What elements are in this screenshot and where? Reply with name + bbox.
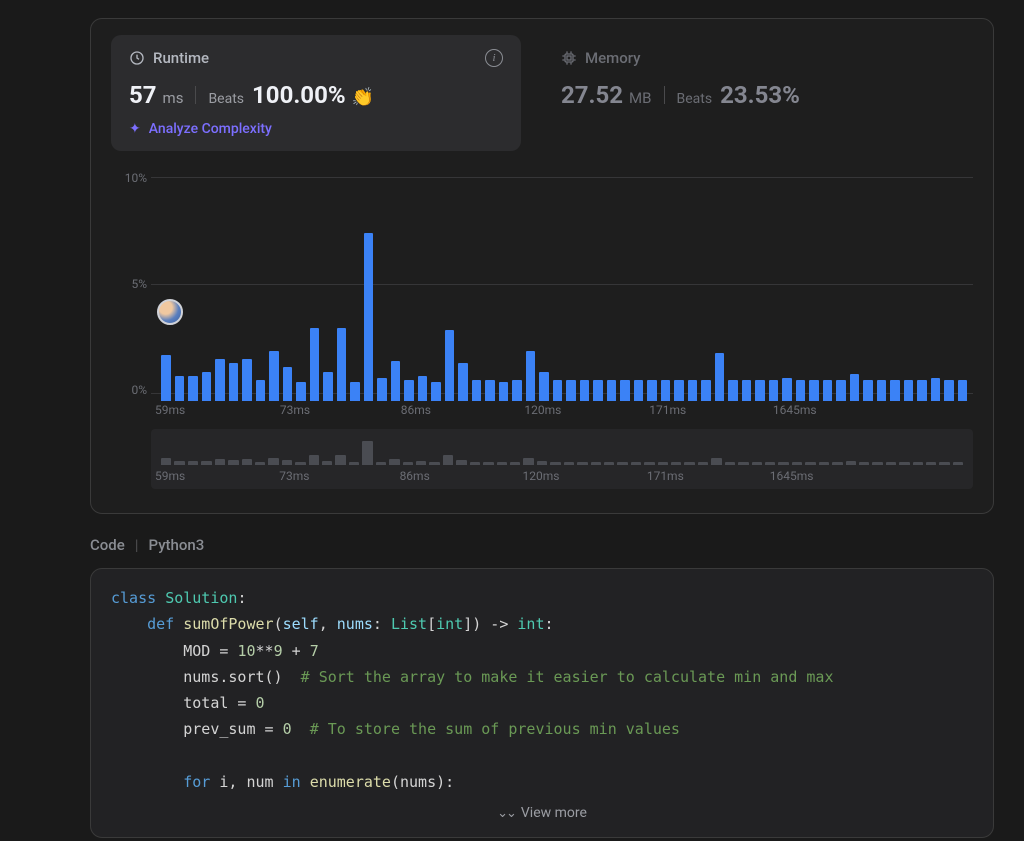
analyze-label: Analyze Complexity bbox=[149, 121, 272, 137]
chart-bar[interactable] bbox=[904, 380, 914, 401]
chart-bar[interactable] bbox=[796, 380, 806, 401]
chart-bar[interactable] bbox=[229, 363, 239, 401]
chart-bar[interactable] bbox=[337, 328, 347, 402]
memory-unit: MB bbox=[629, 89, 651, 107]
chart-bar[interactable] bbox=[674, 380, 684, 401]
beats-label: Beats bbox=[208, 91, 244, 107]
chart-bar[interactable] bbox=[539, 372, 549, 401]
performance-card: Runtime i 57 ms Beats 100.00% 👏 ✦ Analyz… bbox=[90, 18, 994, 514]
chart-bar[interactable] bbox=[890, 380, 900, 401]
runtime-beats-value: 100.00% bbox=[252, 81, 346, 109]
divider bbox=[664, 86, 665, 104]
clap-icon: 👏 bbox=[352, 87, 374, 108]
chart-bar[interactable] bbox=[755, 380, 765, 401]
analyze-complexity-button[interactable]: ✦ Analyze Complexity bbox=[129, 121, 503, 137]
runtime-distribution-chart[interactable]: 10% 5% 0% 59ms73ms86ms120ms171ms1645ms bbox=[111, 171, 973, 421]
code-label: Code bbox=[90, 536, 125, 554]
clock-icon bbox=[129, 50, 145, 66]
chart-bar[interactable] bbox=[634, 380, 644, 401]
chart-bar[interactable] bbox=[175, 376, 185, 401]
memory-beats-label: Beats bbox=[677, 91, 713, 107]
chart-bar[interactable] bbox=[269, 351, 279, 401]
chart-bar[interactable] bbox=[377, 378, 387, 401]
chart-bar[interactable] bbox=[769, 380, 779, 401]
chart-bar[interactable] bbox=[499, 382, 509, 401]
chart-y-axis: 10% 5% 0% bbox=[111, 171, 147, 401]
chart-bar[interactable] bbox=[485, 380, 495, 401]
chart-bar[interactable] bbox=[215, 359, 225, 401]
divider bbox=[195, 86, 196, 104]
chart-x-axis: 59ms73ms86ms120ms171ms1645ms bbox=[161, 403, 967, 421]
chart-bar[interactable] bbox=[526, 351, 536, 401]
chart-bar[interactable] bbox=[242, 359, 252, 401]
chart-bar[interactable] bbox=[944, 380, 954, 401]
chart-bar[interactable] bbox=[661, 380, 671, 401]
chart-bar[interactable] bbox=[742, 380, 752, 401]
chart-bar[interactable] bbox=[472, 380, 482, 401]
info-icon[interactable]: i bbox=[485, 49, 503, 67]
chart-bar[interactable] bbox=[728, 380, 738, 401]
divider: | bbox=[135, 536, 139, 554]
chevron-down-icon: ⌄⌄ bbox=[497, 806, 515, 821]
chart-bar[interactable] bbox=[823, 380, 833, 401]
chart-bar[interactable] bbox=[958, 380, 968, 401]
chart-bar[interactable] bbox=[418, 376, 428, 401]
chart-minimap[interactable]: 59ms73ms86ms120ms171ms1645ms bbox=[151, 429, 973, 489]
chart-bar[interactable] bbox=[283, 367, 293, 401]
view-more-label: View more bbox=[521, 805, 587, 821]
chart-bars bbox=[161, 191, 967, 401]
chart-bar[interactable] bbox=[350, 382, 360, 401]
chart-bar[interactable] bbox=[458, 363, 468, 401]
runtime-panel[interactable]: Runtime i 57 ms Beats 100.00% 👏 ✦ Analyz… bbox=[111, 35, 521, 151]
chart-bar[interactable] bbox=[593, 380, 603, 401]
sparkle-icon: ✦ bbox=[129, 121, 141, 137]
chart-bar[interactable] bbox=[715, 353, 725, 401]
chart-bar[interactable] bbox=[850, 374, 860, 401]
chart-bar[interactable] bbox=[553, 380, 563, 401]
chart-bar[interactable] bbox=[364, 233, 374, 401]
chart-bar[interactable] bbox=[512, 380, 522, 401]
chart-bar[interactable] bbox=[323, 372, 333, 401]
chart-bar[interactable] bbox=[809, 380, 819, 401]
chart-bar[interactable] bbox=[445, 330, 455, 401]
chart-bar[interactable] bbox=[188, 376, 198, 401]
chart-bar[interactable] bbox=[931, 378, 941, 401]
chart-bar[interactable] bbox=[580, 380, 590, 401]
code-content: class Solution: def sumOfPower(self, num… bbox=[111, 585, 973, 795]
chart-bar[interactable] bbox=[782, 378, 792, 401]
memory-title: Memory bbox=[585, 49, 641, 67]
view-more-button[interactable]: ⌄⌄ View more bbox=[111, 805, 973, 821]
chart-bar[interactable] bbox=[877, 380, 887, 401]
chart-bar[interactable] bbox=[701, 380, 711, 401]
chart-bar[interactable] bbox=[296, 382, 306, 401]
chart-bar[interactable] bbox=[256, 380, 266, 401]
chart-bar[interactable] bbox=[620, 380, 630, 401]
runtime-value: 57 bbox=[129, 81, 157, 109]
code-block[interactable]: class Solution: def sumOfPower(self, num… bbox=[90, 568, 994, 838]
code-section: Code | Python3 class Solution: def sumOf… bbox=[90, 536, 994, 838]
runtime-unit: ms bbox=[163, 89, 184, 107]
memory-value: 27.52 bbox=[561, 81, 623, 109]
runtime-title: Runtime bbox=[153, 49, 209, 67]
chart-bar[interactable] bbox=[863, 380, 873, 401]
chart-bar[interactable] bbox=[202, 372, 212, 401]
chart-bar[interactable] bbox=[647, 380, 657, 401]
chart-bar[interactable] bbox=[566, 380, 576, 401]
memory-panel[interactable]: Memory 27.52 MB Beats 23.53% bbox=[561, 35, 973, 123]
chart-bar[interactable] bbox=[836, 380, 846, 401]
chart-bar[interactable] bbox=[391, 361, 401, 401]
chart-bar[interactable] bbox=[688, 380, 698, 401]
chip-icon bbox=[561, 50, 577, 66]
chart-bar[interactable] bbox=[404, 380, 414, 401]
chart-bar[interactable] bbox=[917, 380, 927, 401]
chart-bar[interactable] bbox=[161, 355, 171, 401]
chart-bar[interactable] bbox=[607, 380, 617, 401]
chart-bar[interactable] bbox=[431, 382, 441, 401]
memory-beats-value: 23.53% bbox=[720, 81, 800, 109]
code-language: Python3 bbox=[149, 536, 205, 554]
chart-bar[interactable] bbox=[310, 328, 320, 402]
